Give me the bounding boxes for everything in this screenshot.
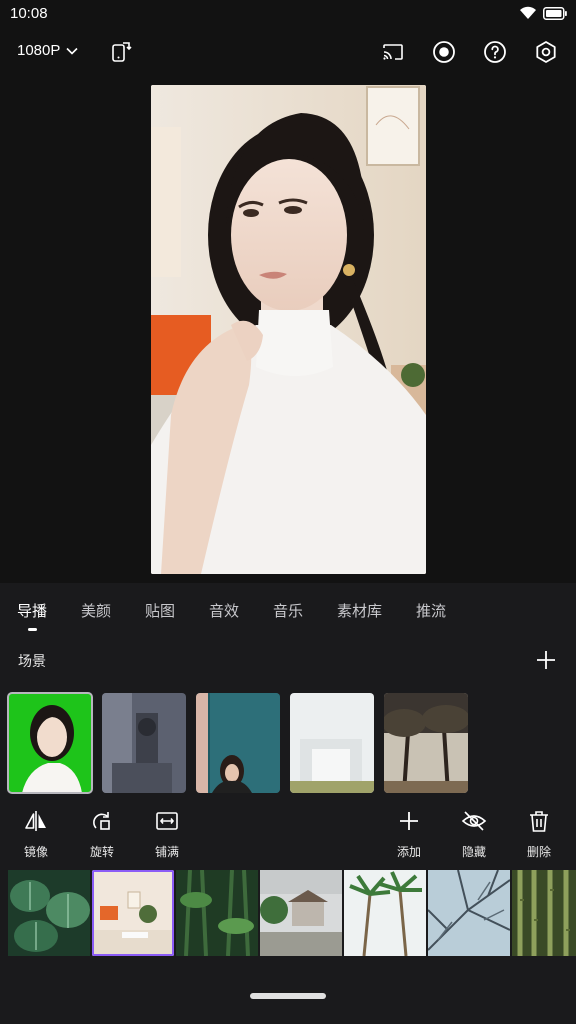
- fill-button[interactable]: 铺满: [139, 808, 195, 868]
- tab-sound-effects[interactable]: 音效: [209, 600, 239, 621]
- fill-label: 铺满: [154, 845, 179, 859]
- rotate-icon: [93, 812, 110, 830]
- scene-list: [7, 692, 576, 794]
- scene-portrait-green[interactable]: [7, 692, 93, 794]
- tab-stickers[interactable]: 贴图: [145, 600, 175, 621]
- wifi-icon: [520, 6, 536, 19]
- active-tab-indicator: [28, 628, 37, 631]
- rotate-button[interactable]: 旋转: [74, 808, 130, 868]
- chevron-down-icon: [66, 47, 78, 55]
- material-monstera-leaves[interactable]: [8, 870, 90, 956]
- material-strip: [8, 870, 576, 956]
- status-time: 10:08: [10, 5, 48, 22]
- scene-tools: 镜像 旋转 铺满 添加 隐藏 删除: [0, 808, 576, 868]
- hide-label: 隐藏: [461, 845, 486, 859]
- add-button[interactable]: 添加: [381, 808, 437, 868]
- scene-teal-girl[interactable]: [196, 693, 280, 793]
- delete-button[interactable]: 删除: [511, 808, 567, 868]
- material-bamboo-forest[interactable]: [512, 870, 576, 956]
- phone-rotate-icon[interactable]: [110, 40, 134, 64]
- preview-image: [151, 85, 426, 574]
- settings-icon[interactable]: [534, 40, 558, 64]
- delete-label: 删除: [526, 845, 551, 859]
- scene-gray-studio[interactable]: [102, 693, 186, 793]
- control-panel: 导播 美颜 贴图 音效 音乐 素材库 推流 场景 镜像 旋转 铺满 添加 隐藏 …: [0, 583, 576, 1024]
- material-bright-room[interactable]: [92, 870, 174, 956]
- live-preview[interactable]: [151, 85, 426, 574]
- add-label: 添加: [396, 845, 421, 859]
- scene-trees-sunset[interactable]: [384, 693, 468, 793]
- home-indicator[interactable]: [250, 993, 326, 999]
- material-winter-branches[interactable]: [428, 870, 510, 956]
- material-bamboo-green[interactable]: [176, 870, 258, 956]
- material-palm-trees[interactable]: [344, 870, 426, 956]
- fill-icon: [156, 812, 178, 830]
- add-scene-plus-icon[interactable]: [535, 649, 557, 671]
- resolution-selector[interactable]: 1080P: [17, 42, 78, 59]
- tab-music[interactable]: 音乐: [273, 600, 303, 621]
- scene-section-title: 场景: [18, 653, 46, 669]
- tab-beauty[interactable]: 美颜: [81, 600, 111, 621]
- trash-icon: [530, 811, 548, 832]
- top-toolbar: 1080P: [0, 30, 576, 74]
- hide-button[interactable]: 隐藏: [446, 808, 502, 868]
- rotate-label: 旋转: [89, 845, 114, 859]
- help-icon[interactable]: [483, 40, 507, 64]
- eye-off-icon: [461, 811, 487, 831]
- tab-bar: 导播 美颜 贴图 音效 音乐 素材库 推流: [0, 583, 576, 635]
- mirror-label: 镜像: [23, 845, 48, 859]
- mirror-icon: [25, 811, 46, 831]
- material-courtyard[interactable]: [260, 870, 342, 956]
- battery-icon: [543, 7, 567, 20]
- plus-icon: [400, 812, 418, 830]
- tab-material-library[interactable]: 素材库: [337, 600, 382, 621]
- status-bar: 10:08: [0, 0, 576, 28]
- cast-icon[interactable]: [381, 40, 405, 64]
- tab-streaming[interactable]: 推流: [416, 600, 446, 621]
- scene-white-arch[interactable]: [290, 693, 374, 793]
- tab-directing[interactable]: 导播: [17, 600, 47, 621]
- resolution-label: 1080P: [17, 42, 61, 59]
- record-icon[interactable]: [432, 40, 456, 64]
- mirror-button[interactable]: 镜像: [8, 808, 64, 868]
